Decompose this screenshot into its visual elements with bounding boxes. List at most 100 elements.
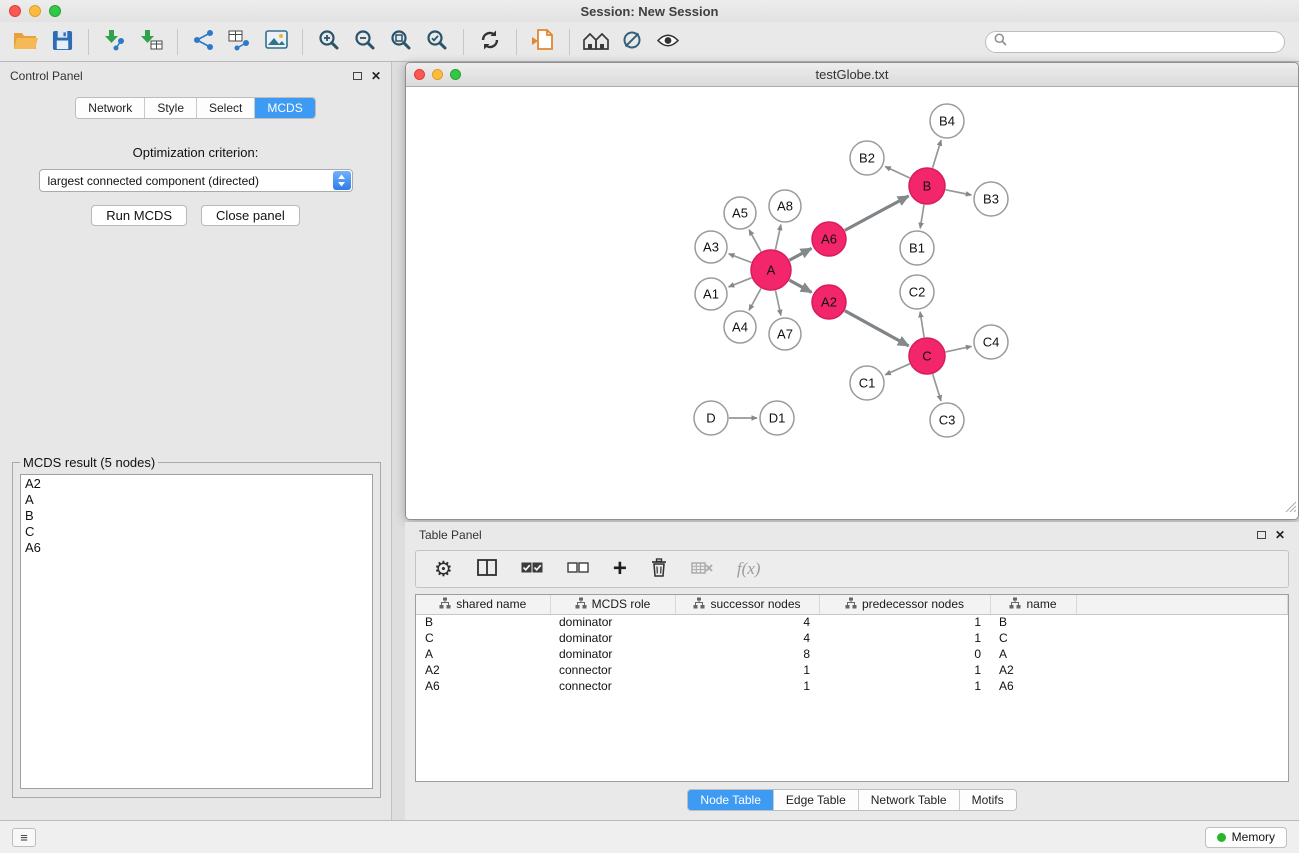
close-panel-button[interactable]: Close panel [201,205,300,226]
refresh-button[interactable] [472,26,508,58]
run-mcds-button[interactable]: Run MCDS [91,205,187,226]
graph-node-A2[interactable]: A2 [812,285,846,319]
zoom-in-button[interactable] [311,26,347,58]
graph-node-A6[interactable]: A6 [812,222,846,256]
delete-table-button[interactable] [691,561,713,578]
table-row[interactable]: Cdominator41C [416,630,1288,646]
select-all-rows-button[interactable] [521,561,543,577]
table-cell[interactable]: 1 [819,630,990,646]
table-cell[interactable]: 4 [675,614,819,630]
clone-network-button[interactable] [525,26,561,58]
create-column-button[interactable]: + [613,557,627,581]
graph-node-B2[interactable]: B2 [850,141,884,175]
column-header-predecessor-nodes[interactable]: predecessor nodes [819,595,990,614]
network-window-titlebar[interactable]: testGlobe.txt [406,63,1298,87]
table-cell[interactable]: 1 [675,662,819,678]
graph-node-A3[interactable]: A3 [695,231,727,263]
table-cell[interactable]: 1 [819,614,990,630]
float-table-panel-icon[interactable] [1257,531,1266,539]
mcds-result-item[interactable]: A6 [25,540,368,556]
import-network-from-file-button[interactable] [97,26,133,58]
table-cell[interactable]: 8 [675,646,819,662]
graph-node-A8[interactable]: A8 [769,190,801,222]
table-cell[interactable]: C [990,630,1076,646]
fullscreen-window-button[interactable] [49,5,61,17]
import-table-from-file-button[interactable] [133,26,169,58]
import-network-button[interactable] [186,26,222,58]
table-cell[interactable]: 1 [819,662,990,678]
table-cell[interactable]: A2 [990,662,1076,678]
graph-node-B4[interactable]: B4 [930,104,964,138]
graph-node-A7[interactable]: A7 [769,318,801,350]
graph-node-A1[interactable]: A1 [695,278,727,310]
close-window-button[interactable] [9,5,21,17]
close-network-window-button[interactable] [414,69,425,80]
table-cell[interactable]: 0 [819,646,990,662]
table-row[interactable]: A6connector11A6 [416,678,1288,694]
memory-button[interactable]: Memory [1205,827,1287,848]
graph-node-C2[interactable]: C2 [900,275,934,309]
close-panel-icon[interactable]: ✕ [371,70,381,82]
table-tab-motifs[interactable]: Motifs [960,790,1016,810]
table-cell[interactable]: A [416,646,550,662]
graph-node-C3[interactable]: C3 [930,403,964,437]
graph-node-C1[interactable]: C1 [850,366,884,400]
graph-node-B[interactable]: B [909,168,945,204]
network-canvas[interactable]: B4B2BB3A5A8A6A3B1AC2A1A2A4A7C4CC1DD1C3 [406,87,1298,519]
minimize-window-button[interactable] [29,5,41,17]
table-settings-button[interactable]: ⚙ [434,559,453,580]
graph-node-A5[interactable]: A5 [724,197,756,229]
column-header-mcds-role[interactable]: MCDS role [550,595,675,614]
zoom-fit-button[interactable] [383,26,419,58]
minimize-network-window-button[interactable] [432,69,443,80]
function-builder-button[interactable]: f(x) [737,559,761,579]
table-cell[interactable]: 1 [675,678,819,694]
mcds-result-item[interactable]: B [25,508,368,524]
resize-handle-icon[interactable] [1285,500,1297,518]
mcds-result-item[interactable]: A2 [25,476,368,492]
tab-select[interactable]: Select [197,98,255,118]
column-header-name[interactable]: name [990,595,1076,614]
column-header-successor-nodes[interactable]: successor nodes [675,595,819,614]
table-cell[interactable]: B [416,614,550,630]
close-table-panel-icon[interactable]: ✕ [1275,529,1285,541]
tab-network[interactable]: Network [76,98,145,118]
table-cell[interactable]: dominator [550,630,675,646]
optimization-criterion-dropdown[interactable]: largest connected component (directed) [39,169,353,192]
table-cell[interactable]: A [990,646,1076,662]
tab-style[interactable]: Style [145,98,197,118]
table-tab-network-table[interactable]: Network Table [859,790,960,810]
graphics-details-button[interactable] [614,26,650,58]
deselect-all-rows-button[interactable] [567,561,589,577]
show-hide-button[interactable] [650,26,686,58]
table-cell[interactable]: connector [550,662,675,678]
mcds-result-item[interactable]: C [25,524,368,540]
graph-node-C4[interactable]: C4 [974,325,1008,359]
mcds-result-list[interactable]: A2ABCA6 [20,474,373,789]
delete-column-button[interactable] [651,558,667,580]
hide-windows-button[interactable] [578,26,614,58]
table-row[interactable]: Bdominator41B [416,614,1288,630]
table-tab-node-table[interactable]: Node Table [688,790,774,810]
table-cell[interactable]: connector [550,678,675,694]
column-header-shared-name[interactable]: shared name [416,595,550,614]
graph-node-D[interactable]: D [694,401,728,435]
import-network-and-table-button[interactable] [222,26,258,58]
graph-node-C[interactable]: C [909,338,945,374]
show-columns-button[interactable] [477,559,497,579]
tab-mcds[interactable]: MCDS [255,98,314,118]
graph-node-D1[interactable]: D1 [760,401,794,435]
table-cell[interactable]: A6 [990,678,1076,694]
search-input[interactable] [1012,35,1276,49]
zoom-out-button[interactable] [347,26,383,58]
zoom-selected-button[interactable] [419,26,455,58]
float-panel-icon[interactable] [353,72,362,80]
open-file-button[interactable] [8,26,44,58]
table-tab-edge-table[interactable]: Edge Table [774,790,859,810]
mcds-result-item[interactable]: A [25,492,368,508]
table-cell[interactable]: dominator [550,646,675,662]
table-row[interactable]: Adominator80A [416,646,1288,662]
graph-node-B1[interactable]: B1 [900,231,934,265]
table-cell[interactable]: A6 [416,678,550,694]
graph-node-A4[interactable]: A4 [724,311,756,343]
